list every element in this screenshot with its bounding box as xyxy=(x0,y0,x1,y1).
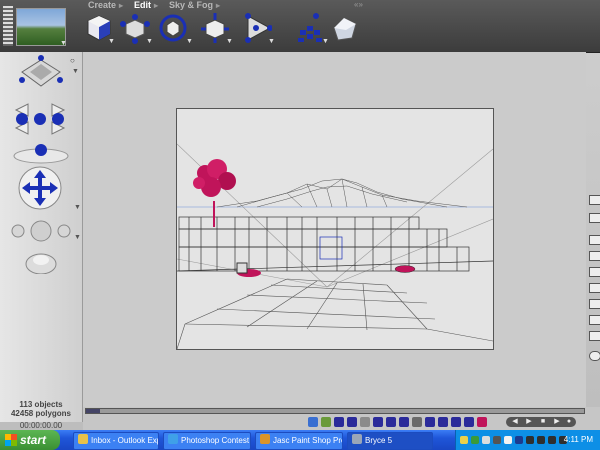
tab-create[interactable]: Create ▸ xyxy=(88,0,123,10)
render-icon[interactable] xyxy=(589,351,600,361)
clock: 4:11 PM xyxy=(563,435,593,444)
tray-icon[interactable] xyxy=(526,436,534,444)
stop-icon[interactable]: ■ xyxy=(538,418,548,426)
task-paint-shop-pro[interactable]: Jasc Paint Shop Pro - ... xyxy=(255,432,343,450)
view-icon[interactable] xyxy=(589,283,600,293)
selection-icon[interactable] xyxy=(308,417,318,427)
tray-icon[interactable] xyxy=(504,436,512,444)
view-control-panel: ○ ▼ ▼ ▼ xyxy=(0,52,83,422)
timecode: 00:00:00.00 xyxy=(19,421,63,430)
play-icon[interactable]: ▶ xyxy=(524,418,534,426)
view-icon[interactable] xyxy=(589,235,600,245)
tray-icon[interactable] xyxy=(482,436,490,444)
timeline-scrubber[interactable] xyxy=(85,408,585,414)
tray-icon[interactable] xyxy=(537,436,545,444)
camera-pan-controls-icon[interactable] xyxy=(6,100,74,138)
view-icon[interactable] xyxy=(589,331,600,341)
wireframe-scene[interactable] xyxy=(176,108,494,350)
record-icon[interactable]: ● xyxy=(564,418,574,426)
brush-icon[interactable] xyxy=(589,195,600,205)
eraser-icon[interactable] xyxy=(589,213,600,223)
tray-icon[interactable] xyxy=(460,436,468,444)
timeline-knob[interactable] xyxy=(86,409,100,413)
system-tray: 4:11 PM xyxy=(455,430,600,450)
tab-edit[interactable]: Edit ▸ xyxy=(134,0,158,10)
task-bryce[interactable]: Bryce 5 xyxy=(347,432,433,450)
move-arrows-icon[interactable] xyxy=(17,165,63,211)
chevron-down-icon[interactable]: ▼ xyxy=(226,38,233,45)
selection-icon[interactable] xyxy=(321,417,331,427)
tray-icon[interactable] xyxy=(493,436,501,444)
playback-controls: ◀ ▶ ■ ▶ ● xyxy=(506,417,576,427)
tab-sky-fog[interactable]: Sky & Fog ▸ xyxy=(169,0,220,10)
options-dot-icon[interactable]: ○ xyxy=(70,56,75,65)
object-count: 113 objects xyxy=(19,400,63,409)
scene-statistics: 113 objects 42458 polygons 00:00:00.00 xyxy=(0,400,82,430)
chevron-down-icon[interactable]: ▼ xyxy=(268,38,275,45)
chevron-down-icon[interactable]: ▼ xyxy=(74,234,81,241)
tray-icon[interactable] xyxy=(471,436,479,444)
right-tool-strip xyxy=(588,195,600,370)
chevron-down-icon[interactable]: ▼ xyxy=(108,38,115,45)
selection-icon[interactable] xyxy=(386,417,396,427)
zoom-spheres-icon[interactable] xyxy=(8,217,74,247)
selection-icon[interactable] xyxy=(451,417,461,427)
ie-icon xyxy=(168,434,178,444)
psp-icon xyxy=(260,434,270,444)
selection-icon[interactable] xyxy=(399,417,409,427)
selection-icon[interactable] xyxy=(464,417,474,427)
selection-icon[interactable] xyxy=(412,417,422,427)
bryce-icon xyxy=(352,434,362,444)
chevron-down-icon[interactable]: ▼ xyxy=(146,38,153,45)
animation-bar: ◀ ▶ ■ ▶ ● xyxy=(83,407,600,430)
chevron-down-icon[interactable]: ▼ xyxy=(60,40,67,47)
camera-dolly-icon[interactable] xyxy=(12,142,70,164)
view-sphere-icon[interactable] xyxy=(24,250,58,274)
outlook-icon xyxy=(78,434,88,444)
ground-disc[interactable] xyxy=(394,265,416,273)
tray-icon[interactable] xyxy=(548,436,556,444)
start-button[interactable]: start xyxy=(0,430,60,450)
view-icon[interactable] xyxy=(589,299,600,309)
forward-icon[interactable]: ▶ xyxy=(552,418,562,426)
selection-icon[interactable] xyxy=(477,417,487,427)
windows-logo-icon xyxy=(5,434,17,446)
camera-trackball-icon[interactable] xyxy=(18,54,64,92)
selection-icon[interactable] xyxy=(425,417,435,427)
selection-icon[interactable] xyxy=(334,417,344,427)
collapse-arrows-icon[interactable]: «» xyxy=(354,0,363,9)
nano-preview-thumbnail[interactable] xyxy=(16,8,66,46)
chevron-down-icon[interactable]: ▼ xyxy=(72,68,79,75)
top-toolbar: ▼ Create▸ Edit▸ Sky & Fog▸ «» ▼ ▼ ▼ ▼ xyxy=(0,0,600,53)
palette-stripe[interactable] xyxy=(3,6,13,46)
task-outlook[interactable]: Inbox - Outlook Express xyxy=(73,432,159,450)
view-icon[interactable] xyxy=(589,251,600,261)
selection-icon[interactable] xyxy=(373,417,383,427)
materials-tool-icon[interactable] xyxy=(330,12,360,44)
scene-viewport[interactable] xyxy=(83,52,586,407)
randomize-tool-icon[interactable] xyxy=(294,12,324,44)
chevron-down-icon[interactable]: ▼ xyxy=(322,38,329,45)
selection-icon[interactable] xyxy=(438,417,448,427)
chevron-down-icon[interactable]: ▼ xyxy=(186,38,193,45)
chevron-down-icon[interactable]: ▼ xyxy=(74,204,81,211)
rotate-tool-icon[interactable] xyxy=(158,12,188,44)
view-icon[interactable] xyxy=(589,267,600,277)
view-icon[interactable] xyxy=(589,315,600,325)
selection-icon[interactable] xyxy=(360,417,370,427)
selection-icon[interactable] xyxy=(347,417,357,427)
bryce-window: ▼ Create▸ Edit▸ Sky & Fog▸ «» ▼ ▼ ▼ ▼ xyxy=(0,0,600,430)
windows-taskbar: start Inbox - Outlook Express Photoshop … xyxy=(0,430,600,450)
task-photoshop-contest[interactable]: Photoshop Contest O... xyxy=(163,432,251,450)
polygon-count: 42458 polygons xyxy=(10,409,72,418)
tray-icon[interactable] xyxy=(515,436,523,444)
rewind-icon[interactable]: ◀ xyxy=(510,418,520,426)
small-cube[interactable] xyxy=(236,262,248,274)
